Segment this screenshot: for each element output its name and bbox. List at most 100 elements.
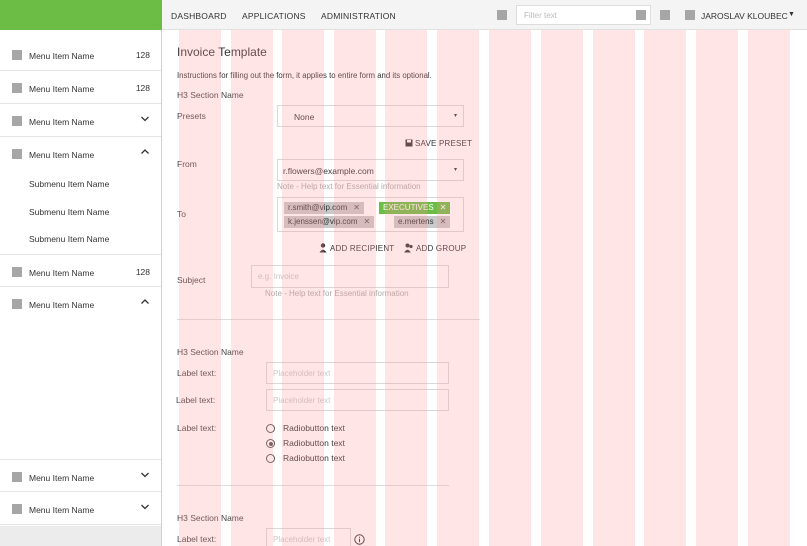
sidebar-item-count: 128 bbox=[135, 50, 150, 60]
chevron-up-icon[interactable] bbox=[140, 147, 150, 157]
nav-administration[interactable]: ADMINISTRATION bbox=[321, 11, 396, 21]
menu-item-icon bbox=[12, 267, 22, 277]
nav-applications[interactable]: APPLICATIONS bbox=[242, 11, 306, 21]
sidebar-item-label: Menu Item Name bbox=[29, 51, 95, 61]
section-divider bbox=[177, 485, 449, 486]
text-input[interactable] bbox=[267, 390, 448, 410]
nav-dashboard[interactable]: DASHBOARD bbox=[171, 11, 227, 21]
sidebar-item[interactable]: Menu Item Name bbox=[0, 137, 161, 170]
recipient-chip[interactable]: k.jenssen@vip.com ✕ bbox=[284, 216, 375, 228]
section-heading: H3 Section Name bbox=[177, 513, 244, 523]
field-label: Label text: bbox=[176, 395, 216, 405]
dropdown-arrow-icon: ▾ bbox=[453, 167, 457, 173]
chevron-up-icon[interactable] bbox=[140, 297, 150, 307]
section-divider bbox=[177, 319, 480, 320]
chevron-down-icon[interactable] bbox=[140, 502, 150, 512]
text-field[interactable] bbox=[266, 362, 449, 384]
menu-item-icon bbox=[12, 116, 22, 126]
sidebar-item[interactable]: Menu Item Name 128 bbox=[0, 38, 161, 71]
menu-item-icon bbox=[12, 299, 22, 309]
recipient-chip-text: e.mertens bbox=[398, 217, 434, 226]
filter-icon[interactable] bbox=[636, 10, 646, 20]
grid-column bbox=[696, 30, 738, 546]
field-label: Label text: bbox=[177, 423, 217, 433]
menu-item-icon bbox=[12, 149, 22, 159]
add-recipient-label: ADD RECIPIENT bbox=[330, 244, 395, 253]
save-preset-label: SAVE PRESET bbox=[415, 139, 473, 148]
from-help-text: Note - Help text for Essential informati… bbox=[277, 182, 421, 191]
remove-icon[interactable]: ✕ bbox=[353, 203, 360, 212]
chevron-down-icon[interactable] bbox=[140, 470, 150, 480]
info-icon[interactable] bbox=[354, 534, 365, 545]
group-chip[interactable]: EXECUTIVES ✕ bbox=[379, 202, 451, 214]
presets-select[interactable]: None ▾ bbox=[277, 105, 464, 127]
sidebar-item-label: Menu Item Name bbox=[29, 473, 95, 483]
sidebar-item-label: Menu Item Name bbox=[29, 505, 95, 515]
subject-input[interactable] bbox=[252, 266, 448, 287]
section-heading: H3 Section Name bbox=[177, 347, 244, 357]
remove-icon[interactable]: ✕ bbox=[440, 217, 447, 226]
sidebar-footer bbox=[0, 526, 161, 546]
presets-label: Presets bbox=[177, 111, 206, 121]
sidebar: Menu Item Name 128 Menu Item Name 128 Me… bbox=[0, 30, 162, 546]
to-label: To bbox=[177, 209, 186, 219]
sidebar-item[interactable]: Menu Item Name bbox=[0, 459, 161, 492]
sidebar-subitem[interactable]: Submenu Item Name bbox=[29, 234, 109, 244]
presets-value: None bbox=[294, 112, 315, 122]
grid-column bbox=[541, 30, 583, 546]
sidebar-item[interactable]: Menu Item Name 128 bbox=[0, 71, 161, 104]
sidebar-item[interactable]: Menu Item Name bbox=[0, 492, 161, 525]
radio-label: Radiobutton text bbox=[283, 438, 345, 448]
sidebar-item-label: Menu Item Name bbox=[29, 150, 95, 160]
add-group-label: ADD GROUP bbox=[416, 244, 467, 253]
text-input[interactable] bbox=[267, 529, 350, 546]
recipients-field[interactable]: r.smith@vip.com ✕ EXECUTIVES ✕ k.jenssen@v… bbox=[277, 197, 464, 232]
recipient-chip[interactable]: e.mertens ✕ bbox=[394, 216, 451, 228]
sidebar-item-label: Menu Item Name bbox=[29, 268, 95, 278]
chevron-down-icon[interactable] bbox=[140, 114, 150, 124]
add-group-button[interactable]: ADD GROUP bbox=[404, 243, 466, 253]
radio-button[interactable] bbox=[266, 454, 275, 463]
radio-button[interactable] bbox=[266, 424, 275, 433]
remove-icon[interactable]: ✕ bbox=[440, 203, 447, 212]
grid-column bbox=[748, 30, 790, 546]
add-recipient-button[interactable]: ADD RECIPIENT bbox=[319, 243, 394, 253]
from-label: From bbox=[177, 159, 197, 169]
toolbar-icon[interactable] bbox=[660, 10, 670, 20]
section-heading: H3 Section Name bbox=[177, 90, 244, 100]
filter-input[interactable] bbox=[517, 6, 627, 24]
radio-label: Radiobutton text bbox=[283, 453, 345, 463]
avatar[interactable] bbox=[685, 10, 695, 20]
recipient-chip-text: r.smith@vip.com bbox=[288, 203, 348, 212]
save-preset-button[interactable]: SAVE PRESET bbox=[405, 139, 472, 148]
user-menu-caret-icon[interactable]: ▼ bbox=[788, 11, 795, 18]
toolbar-icon[interactable] bbox=[497, 10, 507, 20]
radio-button-selected[interactable] bbox=[266, 439, 275, 448]
brand-logo-area[interactable] bbox=[0, 0, 162, 30]
sidebar-item-count: 128 bbox=[135, 267, 150, 277]
text-field[interactable] bbox=[266, 528, 351, 546]
sidebar-item[interactable]: Menu Item Name bbox=[0, 287, 161, 320]
recipient-chip[interactable]: r.smith@vip.com ✕ bbox=[284, 202, 364, 214]
menu-item-icon bbox=[12, 472, 22, 482]
sidebar-item[interactable]: Menu Item Name 128 bbox=[0, 254, 161, 287]
sidebar-subitem[interactable]: Submenu Item Name bbox=[29, 179, 109, 189]
text-field[interactable] bbox=[266, 389, 449, 411]
grid-column bbox=[489, 30, 531, 546]
user-name[interactable]: JAROSLAV KLOUBEC bbox=[701, 11, 788, 21]
subject-field[interactable] bbox=[251, 265, 449, 288]
sidebar-item-label: Menu Item Name bbox=[29, 300, 95, 310]
filter-field[interactable] bbox=[516, 5, 651, 25]
recipient-chip-text: k.jenssen@vip.com bbox=[288, 217, 358, 226]
remove-icon[interactable]: ✕ bbox=[363, 217, 370, 226]
sidebar-subitem[interactable]: Submenu Item Name bbox=[29, 207, 109, 217]
person-add-icon bbox=[319, 243, 327, 253]
text-input[interactable] bbox=[267, 363, 448, 383]
subject-label: Subject bbox=[177, 275, 206, 285]
radio-label: Radiobutton text bbox=[283, 423, 345, 433]
sidebar-item[interactable]: Menu Item Name bbox=[0, 104, 161, 137]
form-instructions: Instructions for filling out the form, i… bbox=[177, 71, 432, 80]
field-label: Label text: bbox=[177, 534, 217, 544]
from-select[interactable]: r.flowers@example.com ▾ bbox=[277, 159, 464, 181]
sidebar-item-label: Menu Item Name bbox=[29, 117, 95, 127]
